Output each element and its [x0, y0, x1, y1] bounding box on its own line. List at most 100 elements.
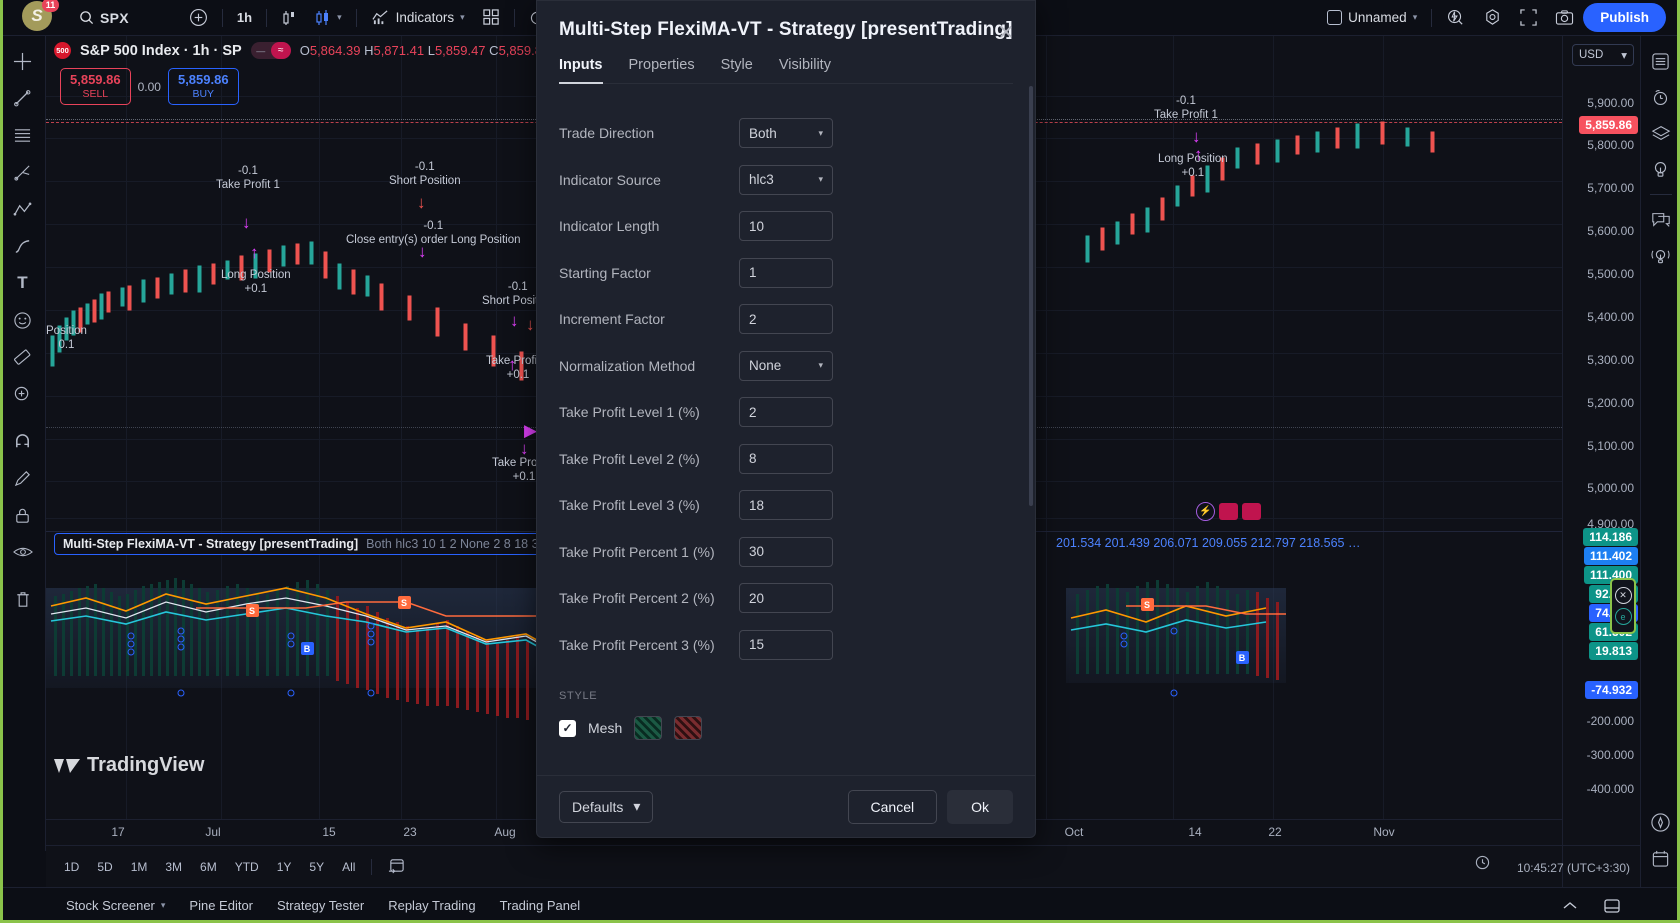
cross-cursor-tool[interactable]: [6, 44, 40, 78]
settings-button[interactable]: [1474, 3, 1511, 33]
increment-factor-input[interactable]: 2: [739, 304, 833, 335]
layout-name-button[interactable]: Unnamed ▾: [1318, 3, 1426, 33]
fib-tool[interactable]: [6, 118, 40, 152]
notification-badge[interactable]: 11: [42, 0, 59, 12]
indicators-button[interactable]: Indicators ▾: [362, 3, 474, 33]
cancel-button[interactable]: Cancel: [847, 789, 938, 824]
strategy-legend[interactable]: Multi-Step FlexiMA-VT - Strategy [presen…: [54, 533, 590, 555]
take-profit-percent-3-input[interactable]: 15: [739, 629, 833, 660]
remove-drawings-tool[interactable]: [6, 582, 40, 616]
mesh-color-down-swatch[interactable]: [674, 716, 703, 740]
emoji-tool[interactable]: [6, 303, 40, 337]
time-label: Nov: [1373, 825, 1395, 839]
zoom-tool[interactable]: [6, 377, 40, 411]
close-circle-icon[interactable]: ✕: [1614, 587, 1632, 604]
range-1m[interactable]: 1M: [123, 856, 156, 878]
lightning-marker-icon[interactable]: ⚡: [1196, 502, 1215, 521]
brush-tool[interactable]: [6, 229, 40, 263]
text-tool[interactable]: T: [6, 266, 40, 300]
tab-visibility[interactable]: Visibility: [779, 57, 831, 83]
sell-label: SELL: [82, 87, 109, 100]
rail-divider: [1649, 194, 1672, 195]
pen-mode-tool[interactable]: [6, 461, 40, 495]
take-profit-level-3-input[interactable]: 18: [739, 490, 833, 521]
bar-style-button[interactable]: [272, 3, 306, 33]
chat-button[interactable]: [1646, 205, 1676, 235]
marker-red-2[interactable]: [1242, 503, 1261, 520]
market-status-toggle[interactable]: — ≈: [250, 42, 291, 59]
watchlist-button[interactable]: [1646, 46, 1676, 76]
quick-search-button[interactable]: [1437, 3, 1474, 33]
tab-inputs[interactable]: Inputs: [559, 57, 603, 84]
range-5d[interactable]: 5D: [89, 856, 120, 878]
pine-editor-button[interactable]: Pine Editor: [179, 892, 263, 919]
marker-red-1[interactable]: [1219, 503, 1238, 520]
starting-factor-input[interactable]: 1: [739, 257, 833, 288]
buy-button[interactable]: 5,859.86 BUY: [167, 68, 239, 105]
trading-panel-button[interactable]: Trading Panel: [490, 892, 590, 919]
defaults-button[interactable]: Defaults ▾: [559, 790, 654, 823]
trend-line-tool[interactable]: [6, 81, 40, 115]
publish-button[interactable]: Publish: [1583, 3, 1666, 32]
chart-type-button[interactable]: ▾: [306, 3, 351, 33]
snapshot-button[interactable]: [1546, 3, 1583, 33]
data-window-button[interactable]: [1646, 118, 1676, 148]
indicator-source-select[interactable]: hlc3 ▾: [739, 164, 833, 195]
chevron-down-icon: ▾: [818, 127, 823, 138]
range-ytd[interactable]: YTD: [227, 856, 267, 878]
layouts-grid-button[interactable]: [474, 3, 509, 33]
tab-style[interactable]: Style: [721, 57, 753, 83]
mesh-checkbox[interactable]: ✓: [559, 719, 576, 737]
range-all[interactable]: All: [334, 856, 363, 878]
range-3m[interactable]: 3M: [157, 856, 190, 878]
range-1y[interactable]: 1Y: [269, 856, 300, 878]
lock-tool[interactable]: [6, 498, 40, 532]
hotlist-button[interactable]: [1646, 154, 1676, 184]
collapse-panel-button[interactable]: [1552, 895, 1588, 917]
price-scale[interactable]: USD ▾ 5,900.00 5,859.86 5,800.00 5,700.0…: [1562, 36, 1640, 887]
take-profit-level-2-input[interactable]: 8: [739, 443, 833, 474]
interval-button[interactable]: 1h: [228, 3, 261, 33]
ok-button[interactable]: Ok: [947, 789, 1013, 824]
maximize-panel-button[interactable]: [1594, 893, 1630, 919]
add-symbol-button[interactable]: [180, 3, 217, 33]
dialog-body[interactable]: Trade Direction Both ▾ Indicator Source …: [537, 84, 1035, 775]
take-profit-level-1-input[interactable]: 2: [739, 397, 833, 428]
calendar-icon: [1652, 850, 1669, 867]
ideas-stream-button[interactable]: [1646, 241, 1676, 271]
pattern-tool[interactable]: [6, 192, 40, 226]
mesh-color-up-swatch[interactable]: [634, 716, 663, 740]
normalization-method-select[interactable]: None ▾: [739, 350, 833, 381]
range-5y[interactable]: 5Y: [301, 856, 332, 878]
indicator-tag: -74.932: [1585, 681, 1638, 699]
stock-screener-button[interactable]: Stock Screener ▾: [56, 892, 175, 919]
tab-properties[interactable]: Properties: [629, 57, 695, 83]
symbol-search-button[interactable]: SPX: [70, 3, 138, 33]
calendar-button[interactable]: [1646, 843, 1676, 873]
sell-button[interactable]: 5,859.86 SELL: [60, 68, 131, 105]
strategy-tester-button[interactable]: Strategy Tester: [267, 892, 374, 919]
symbol-title[interactable]: S&P 500 Index · 1h · SP: [80, 43, 242, 59]
edit-circle-icon[interactable]: e: [1614, 608, 1632, 625]
take-profit-percent-1-input[interactable]: 30: [739, 536, 833, 567]
hide-drawings-tool[interactable]: [6, 535, 40, 569]
measure-tool[interactable]: [6, 340, 40, 374]
dialog-scrollbar[interactable]: [1029, 86, 1033, 506]
range-1d[interactable]: 1D: [56, 856, 87, 878]
timezone-icon-wrap[interactable]: [1475, 855, 1490, 875]
floating-action-badge[interactable]: ✕ e: [1610, 578, 1636, 634]
magnet-tool[interactable]: [6, 424, 40, 458]
pitchfork-tool[interactable]: [6, 155, 40, 189]
range-6m[interactable]: 6M: [192, 856, 225, 878]
user-avatar[interactable]: S 11: [22, 0, 59, 35]
replay-trading-button[interactable]: Replay Trading: [378, 892, 485, 919]
trade-direction-select[interactable]: Both ▾: [739, 118, 833, 149]
help-compass-button[interactable]: [1646, 807, 1676, 837]
currency-select[interactable]: USD ▾: [1572, 44, 1634, 66]
close-icon[interactable]: ✕: [993, 19, 1019, 45]
take-profit-percent-2-input[interactable]: 20: [739, 583, 833, 614]
indicator-length-input[interactable]: 10: [739, 211, 833, 242]
alerts-panel-button[interactable]: [1646, 82, 1676, 112]
fullscreen-button[interactable]: [1511, 3, 1546, 33]
goto-date-button[interactable]: [380, 853, 413, 881]
